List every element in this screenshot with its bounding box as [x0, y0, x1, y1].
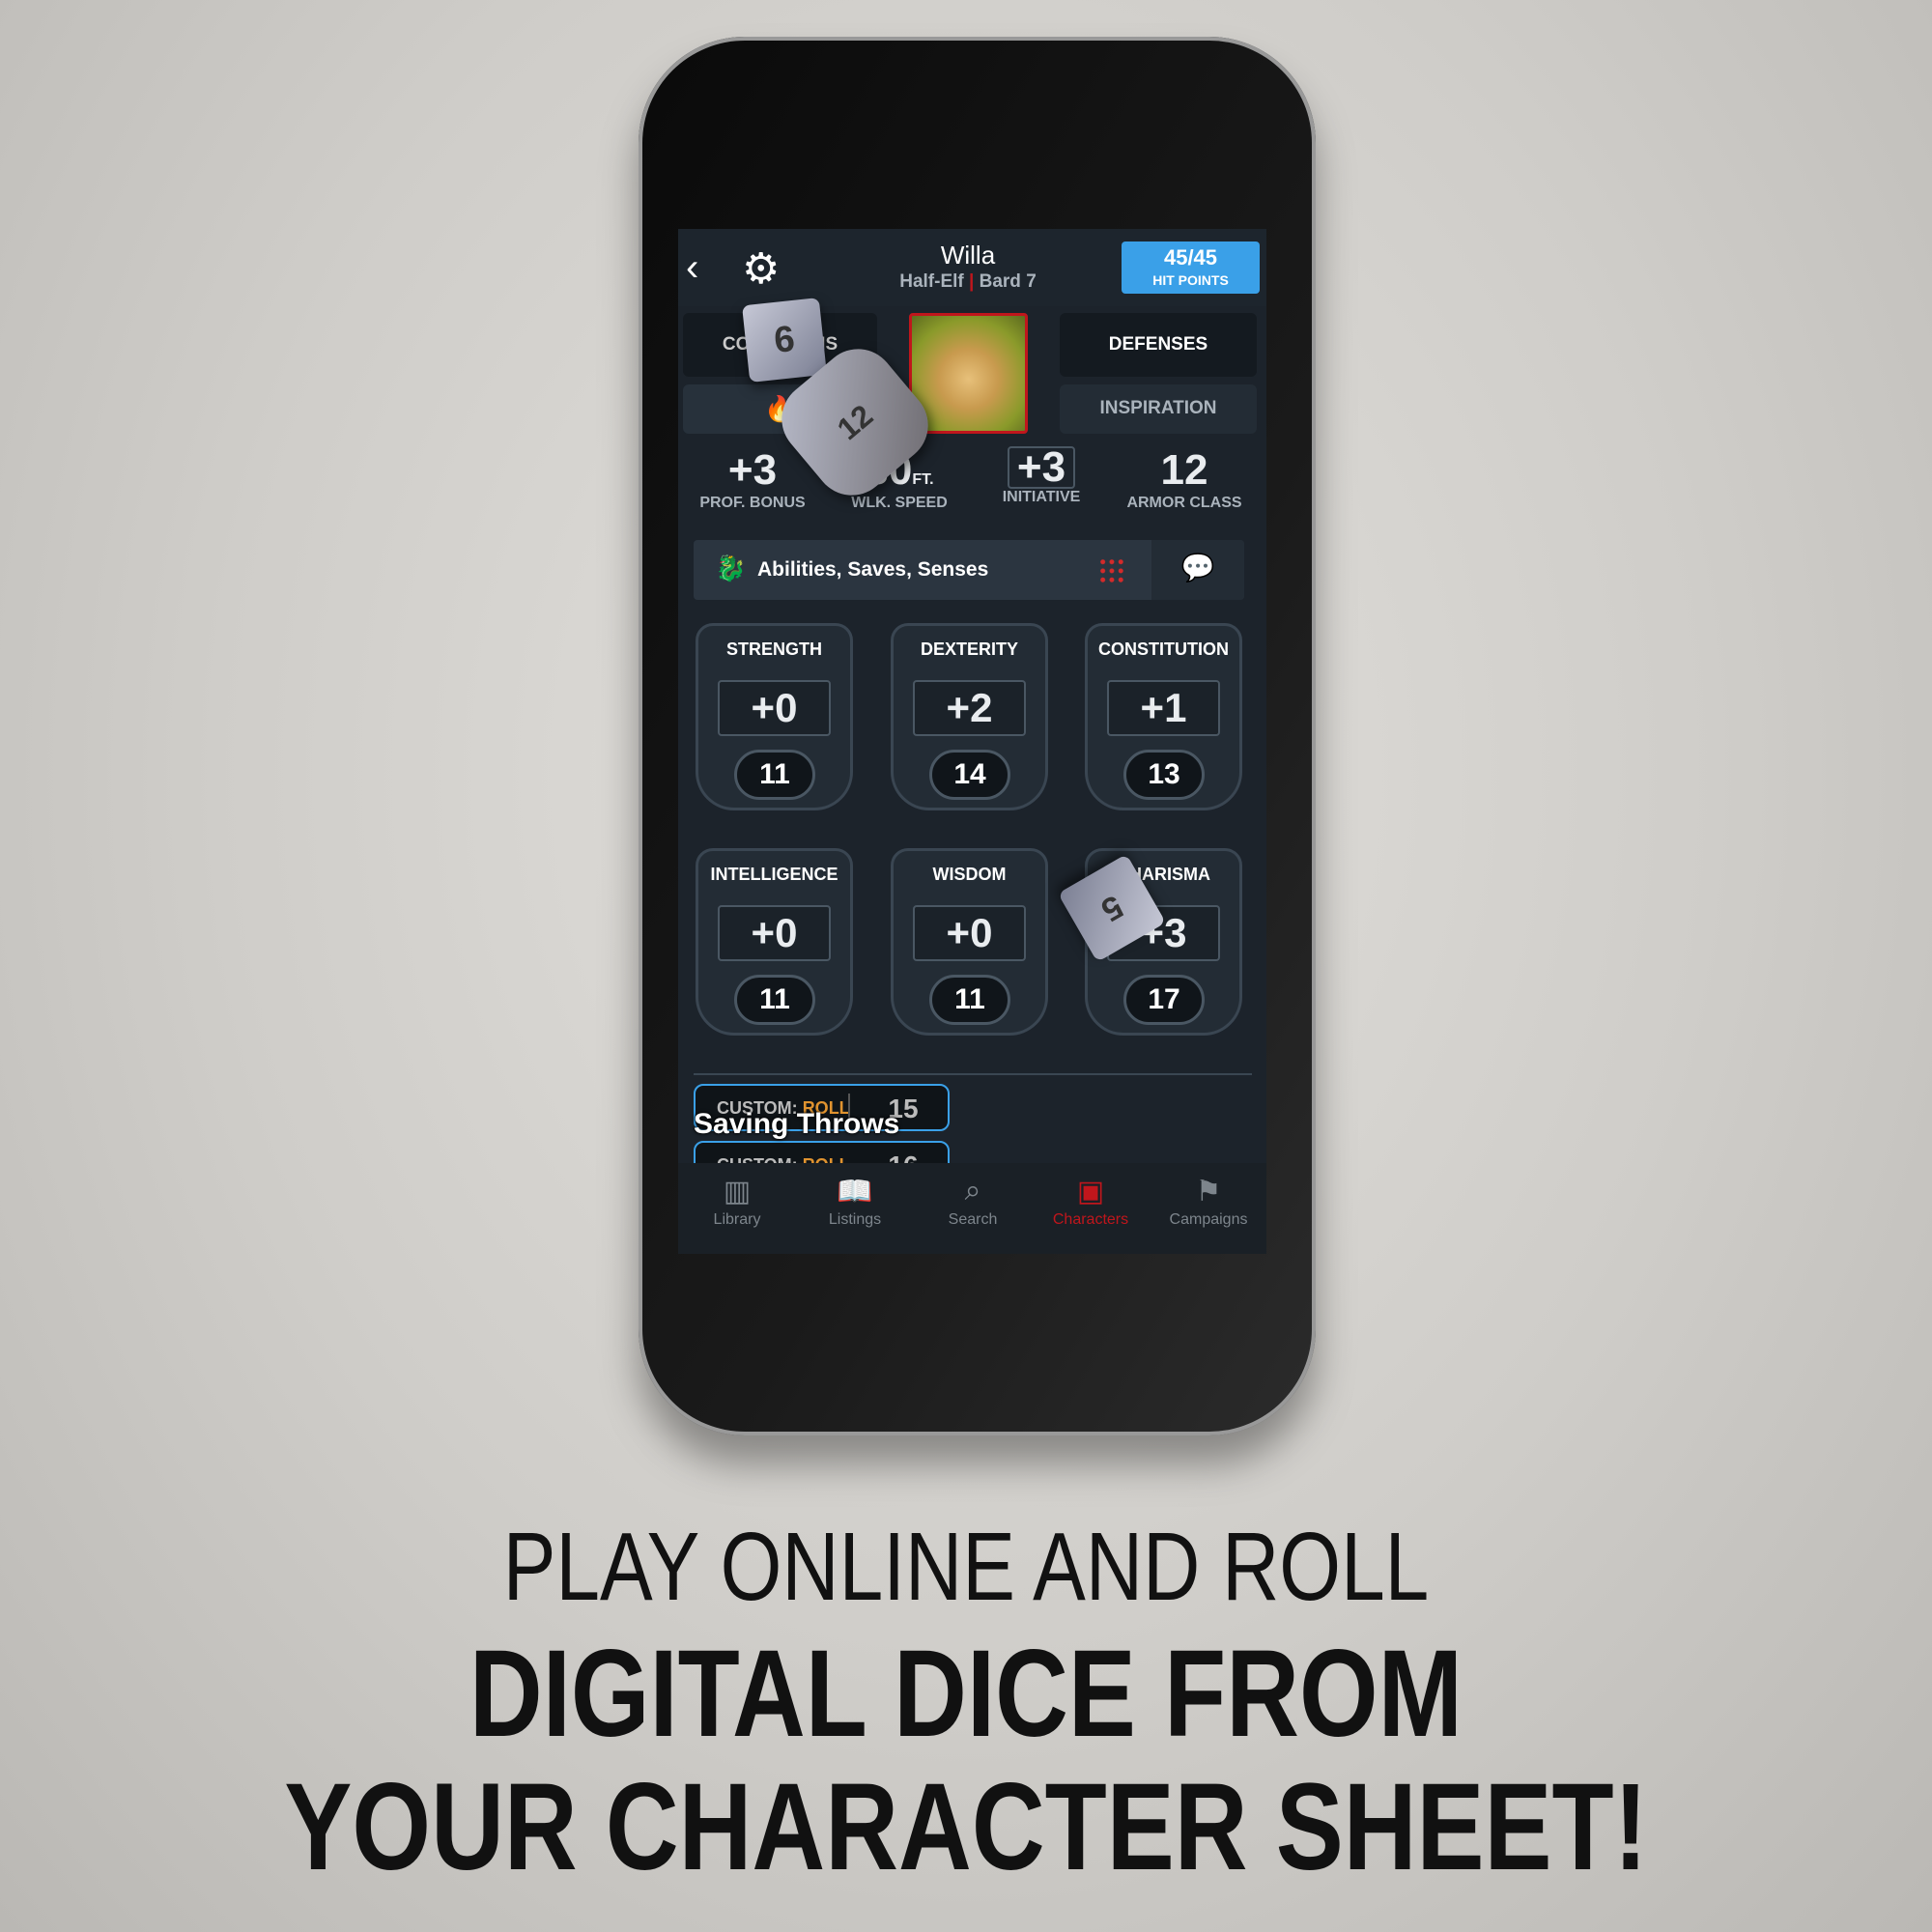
ability-card-strength[interactable]: STRENGTH +0 11 [696, 623, 853, 810]
ability-name: CONSTITUTION [1098, 639, 1229, 659]
book-icon: 📖 [837, 1176, 873, 1208]
stat-label: WLK. SPEED [851, 495, 948, 511]
inspiration-button[interactable]: INSPIRATION [1060, 384, 1257, 434]
proficiency-bonus: +3 PROF. BONUS [695, 446, 810, 512]
ability-name: WISDOM [932, 865, 1007, 884]
grid-menu-icon[interactable] [1098, 557, 1125, 584]
ability-modifier[interactable]: +0 [718, 680, 831, 736]
ability-name: STRENGTH [726, 639, 822, 659]
nav-library[interactable]: ▥ Library [678, 1163, 796, 1254]
ability-card-constitution[interactable]: CONSTITUTION +1 13 [1085, 623, 1242, 810]
nav-label: Search [948, 1211, 998, 1228]
nav-label: Listings [828, 1211, 882, 1228]
initiative-button[interactable]: +3 INITIATIVE [983, 446, 1099, 506]
defenses-button[interactable]: DEFENSES [1060, 313, 1257, 377]
ability-score: 13 [1123, 750, 1205, 800]
die-face: 6 [772, 319, 797, 361]
nav-label: Campaigns [1169, 1211, 1248, 1228]
ability-score: 11 [734, 750, 815, 800]
stat-label: ARMOR CLASS [1126, 495, 1242, 511]
ability-card-wisdom[interactable]: WISDOM +0 11 [891, 848, 1048, 1036]
ability-modifier[interactable]: +0 [718, 905, 831, 961]
stat-unit: FT. [912, 471, 934, 488]
race: Half-Elf [899, 271, 964, 292]
stat-label: PROF. BONUS [699, 495, 806, 511]
defenses-label: DEFENSES [1108, 334, 1208, 355]
nav-listings[interactable]: 📖 Listings [796, 1163, 914, 1254]
separator: | [969, 271, 975, 292]
armor-class: 12 ARMOR CLASS [1117, 446, 1252, 512]
bottom-nav: ▥ Library 📖 Listings ⌕ Search ▣ Characters ⚑… [678, 1163, 1266, 1254]
nav-label: Characters [1052, 1211, 1129, 1228]
flag-icon: ⚑ [1195, 1176, 1222, 1208]
nav-characters[interactable]: ▣ Characters [1032, 1163, 1150, 1254]
ability-card-dexterity[interactable]: DEXTERITY +2 14 [891, 623, 1048, 810]
tagline-line-2: DIGITAL DICE FROM [469, 1625, 1463, 1763]
tagline-line-3: YOUR CHARACTER SHEET! [284, 1758, 1648, 1896]
nav-search[interactable]: ⌕ Search [914, 1163, 1032, 1254]
ability-name: DEXTERITY [920, 639, 1018, 659]
library-icon: ▥ [723, 1176, 752, 1208]
section-selector[interactable]: 🐉 Abilities, Saves, Senses 💬 [694, 540, 1244, 600]
section-title: Abilities, Saves, Senses [757, 558, 989, 581]
ability-modifier[interactable]: +0 [913, 905, 1026, 961]
ability-score: 14 [929, 750, 1010, 800]
class-level: Bard 7 [979, 271, 1037, 292]
ability-modifier[interactable]: +1 [1107, 680, 1220, 736]
ability-score: 11 [929, 975, 1010, 1025]
die-face: 12 [830, 397, 880, 447]
divider [694, 1073, 1252, 1075]
ability-name: INTELLIGENCE [710, 865, 838, 884]
nav-label: Library [713, 1211, 761, 1228]
inspiration-label: INSPIRATION [1099, 398, 1217, 418]
chat-icon: 💬 [1180, 553, 1215, 582]
ability-card-intelligence[interactable]: INTELLIGENCE +0 11 [696, 848, 853, 1036]
back-chevron-icon[interactable]: ‹ [686, 246, 698, 290]
hit-points-button[interactable]: 45/45 HIT POINTS [1122, 242, 1260, 294]
chat-button[interactable]: 💬 [1151, 540, 1244, 600]
stat-value: 12 [1160, 446, 1208, 494]
search-icon: ⌕ [964, 1175, 981, 1207]
nav-campaigns[interactable]: ⚑ Campaigns [1150, 1163, 1266, 1254]
stat-label: INITIATIVE [1002, 489, 1081, 505]
tagline-line-1: PLAY ONLINE AND ROLL [502, 1513, 1430, 1621]
ability-modifier[interactable]: +2 [913, 680, 1026, 736]
hit-points-label: HIT POINTS [1152, 272, 1229, 288]
gear-icon[interactable]: ⚙ [742, 244, 780, 294]
ability-score: 17 [1123, 975, 1205, 1025]
d6-die: 6 [742, 298, 827, 383]
character-subtitle: Half-Elf | Bard 7 [852, 271, 1084, 293]
stat-value: +3 [727, 446, 778, 494]
stat-value: +3 [1007, 446, 1076, 489]
ability-score: 11 [734, 975, 815, 1025]
hit-points-value: 45/45 [1163, 245, 1218, 270]
saving-throws-heading: Saving Throws [694, 1108, 900, 1140]
character-sheet-screen: ‹ ⚙ Willa Half-Elf | Bard 7 45/45 HIT PO… [678, 229, 1266, 1254]
die-face: 5 [1094, 887, 1129, 929]
dragon-icon: 🐉 [715, 554, 747, 582]
character-name: Willa [940, 241, 996, 270]
character-icon: ▣ [1076, 1176, 1105, 1208]
